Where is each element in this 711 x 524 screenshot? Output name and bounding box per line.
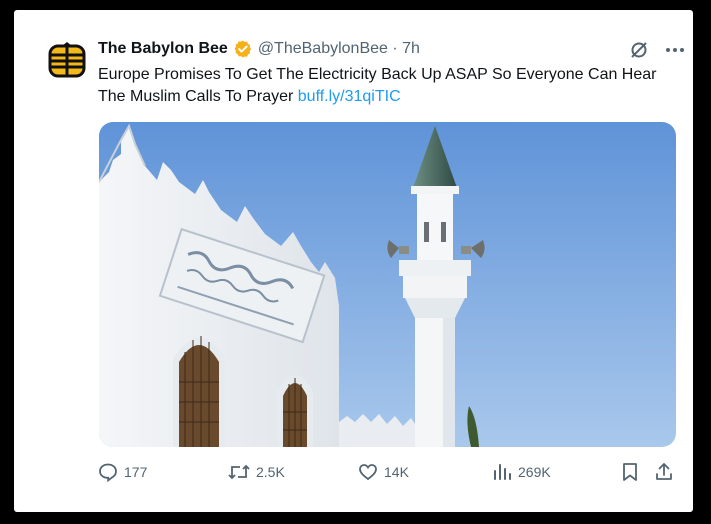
tweet-text: Europe Promises To Get The Electricity B… [98, 64, 658, 108]
tweet-media-image[interactable] [99, 122, 676, 447]
like-icon [359, 464, 377, 481]
reply-button[interactable]: 177 [98, 462, 147, 482]
repost-icon [228, 464, 250, 480]
more-icon[interactable] [665, 47, 685, 53]
grok-icon[interactable] [629, 40, 649, 60]
views-button[interactable]: 269K [492, 462, 551, 482]
bookmark-button[interactable] [622, 462, 638, 482]
share-icon [656, 463, 672, 480]
tweet-top-actions [629, 40, 685, 60]
bee-logo-icon[interactable] [46, 40, 88, 82]
bookmark-icon [623, 463, 637, 481]
share-button[interactable] [654, 462, 674, 482]
views-count: 269K [518, 464, 551, 480]
author-name[interactable]: The Babylon Bee [98, 40, 228, 58]
tweet-link[interactable]: buff.ly/31qiTIC [298, 88, 401, 105]
like-button[interactable]: 14K [358, 462, 409, 482]
like-count: 14K [384, 464, 409, 480]
views-icon [494, 464, 511, 480]
reply-count: 177 [124, 464, 148, 480]
author-handle-and-time[interactable]: @TheBabylonBee · 7h [258, 40, 420, 58]
reply-icon [99, 463, 117, 482]
tweet-action-bar: 177 2.5K 14K 269K [98, 462, 678, 484]
tweet-header: The Babylon Bee @TheBabylonBee · 7h [98, 38, 420, 60]
verified-badge-icon[interactable] [234, 40, 252, 58]
repost-count: 2.5K [256, 464, 285, 480]
repost-button[interactable]: 2.5K [228, 462, 285, 482]
